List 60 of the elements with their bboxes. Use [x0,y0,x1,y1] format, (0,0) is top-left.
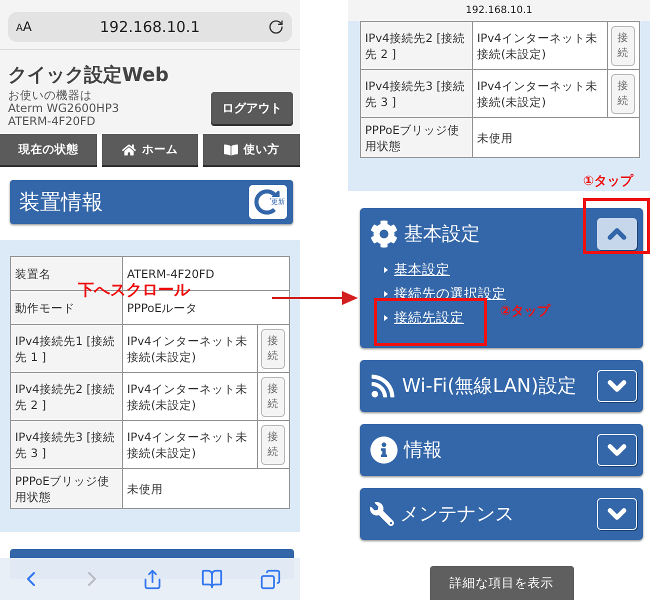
triangle-icon [384,315,388,321]
highlight-frame [583,198,650,254]
nav-button[interactable]: 使い方 [203,134,300,165]
triangle-icon [384,291,388,297]
menu-link[interactable]: 基本設定 [394,260,450,280]
tap-hint-text: ②タップ [500,302,550,320]
expand-toggle-button[interactable] [597,498,637,530]
tabs-button[interactable] [260,568,282,590]
book-icon [224,142,238,156]
menu-title: Wi-Fi(無線LAN)設定 [402,374,578,399]
connect-button[interactable]: 接続 [261,376,285,416]
expand-toggle-button[interactable] [597,370,637,402]
row-value: IPv4インターネット未接続(未設定) [472,70,608,118]
row-label: PPPoEブリッジ使用状態 [360,118,472,158]
device-info-text: Aterm WG2600HP3 [8,102,120,115]
menu-title: メンテナンス [400,502,515,527]
reload-icon[interactable] [268,19,284,35]
wrench-icon [370,502,394,526]
connect-button[interactable]: 接続 [261,424,285,464]
row-value: 未使用 [122,468,290,508]
menu-link[interactable]: 接続先設定 [394,308,464,328]
row-value: IPv4インターネット未接続(未設定) [472,22,608,70]
row-label: IPv4接続先2 [接続先 2 ] [360,22,472,70]
device-info-text: ATERM-4F20FD [8,115,96,128]
device-info-text: お使いの機器は [8,89,93,102]
url-text: 192.168.10.1 [98,18,201,36]
connect-button[interactable]: 接続 [261,328,285,368]
rss-icon [370,373,396,399]
row-label: PPPoEブリッジ使用状態 [10,468,122,508]
site-title: クイック設定Web [8,63,169,88]
row-label: IPv4接続先2 [接続先 2 ] [10,372,122,420]
triangle-icon [384,267,388,273]
row-label: IPv4接続先3 [接続先 3 ] [10,420,122,468]
logout-button[interactable]: ログアウト [211,92,293,124]
refresh-icon [254,189,280,215]
bookmarks-button[interactable] [200,568,223,590]
address-bar[interactable]: AA 192.168.10.1 [8,12,292,42]
row-value: IPv4インターネット未接続(未設定) [122,324,258,372]
row-value: IPv4インターネット未接続(未設定) [122,420,258,468]
expand-toggle-button[interactable] [597,434,637,466]
tap-hint-text: ①タップ [583,172,634,190]
row-label: IPv4接続先3 [接続先 3 ] [360,70,472,118]
connect-button[interactable]: 接続 [611,26,635,66]
row-label: IPv4接続先1 [接続先 1 ] [10,324,122,372]
text-size-button[interactable]: AA [16,20,32,34]
menu-title: 情報 [404,438,443,463]
row-value: 未使用 [472,118,640,158]
gear-icon [370,220,398,248]
menu-title: 基本設定 [404,222,481,247]
nav-button[interactable]: ホーム [102,134,198,165]
expand-toggle-button[interactable] [597,218,637,250]
home-icon [122,142,136,156]
connect-button[interactable]: 接続 [611,74,635,114]
share-button[interactable] [142,568,163,590]
url-text: 192.168.10.1 [466,5,532,16]
section-title: 装置情報 [19,189,103,216]
row-value: IPv4インターネット未接続(未設定) [122,372,258,420]
show-details-button[interactable]: 詳細な項目を表示 [430,566,574,600]
info-icon [370,436,398,464]
nav-button[interactable]: 現在の状態 [0,134,97,165]
